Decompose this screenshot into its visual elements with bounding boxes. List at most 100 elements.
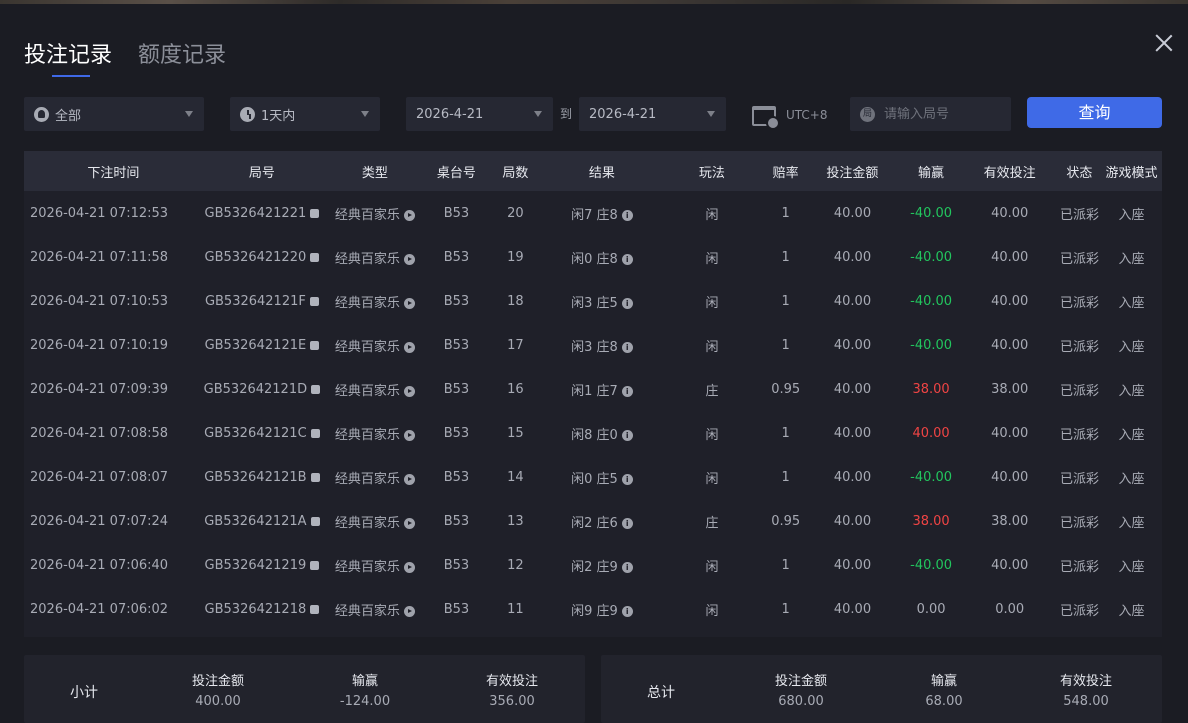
play-video-icon[interactable] — [403, 605, 415, 617]
round-id-text: GB5326421220 — [204, 249, 307, 265]
bet-time-cell: 2026-04-21 07:06:40 — [24, 558, 203, 573]
close-icon[interactable] — [1153, 32, 1175, 54]
table-id-cell: B53 — [429, 250, 484, 265]
info-icon[interactable]: i — [621, 385, 633, 397]
bet-time-text: 2026-04-21 07:06:40 — [30, 557, 169, 573]
date-from-select[interactable]: 2026-4-21 — [406, 97, 553, 131]
bet-type-cell: 庄 — [657, 512, 767, 531]
game-select[interactable]: 全部 — [24, 97, 204, 131]
play-video-icon[interactable] — [403, 209, 415, 221]
info-icon[interactable]: i — [621, 341, 633, 353]
valid-bet-cell: 38.00 — [962, 382, 1058, 397]
info-icon[interactable]: i — [621, 429, 633, 441]
copy-icon[interactable] — [311, 384, 321, 394]
bet-time-cell: 2026-04-21 07:10:53 — [24, 294, 203, 309]
valid-bet-text: 38.00 — [991, 381, 1029, 397]
copy-icon[interactable] — [310, 208, 320, 218]
round-count-text: 17 — [507, 337, 524, 353]
subtotal-wl-value: -124.00 — [339, 694, 391, 709]
info-icon[interactable]: i — [621, 517, 633, 529]
column-header: 投注金额 — [826, 165, 879, 181]
play-video-icon[interactable] — [403, 517, 415, 529]
date-to-select[interactable]: 2026-4-21 — [579, 97, 726, 131]
period-select-value: 1天内 — [261, 108, 296, 124]
play-video-icon[interactable] — [403, 297, 415, 309]
copy-icon[interactable] — [310, 340, 320, 350]
round-count-text: 14 — [507, 469, 524, 485]
odds-cell: 1 — [767, 250, 804, 265]
result-cell: 闲2 庄6 i — [547, 512, 657, 531]
game-type-text: 经典百家乐 — [334, 427, 400, 443]
status-text: 已派彩 — [1059, 603, 1099, 619]
bet-amount-text: 40.00 — [833, 557, 872, 573]
copy-icon[interactable] — [310, 428, 320, 438]
play-video-icon[interactable] — [403, 385, 415, 397]
status-text: 已派彩 — [1059, 339, 1099, 355]
win-loss-cell: -40.00 — [901, 206, 962, 221]
info-icon[interactable]: i — [621, 209, 633, 221]
win-loss-text: 38.00 — [912, 513, 950, 529]
odds-cell: 0.95 — [767, 382, 804, 397]
info-icon[interactable]: i — [621, 297, 633, 309]
status-cell: 已派彩 — [1058, 424, 1101, 443]
bet-type-text: 闲 — [705, 295, 719, 311]
round-count-text: 11 — [507, 601, 524, 617]
subtotal-valid-label: 有效投注 — [485, 674, 538, 689]
table-id-cell: B53 — [429, 206, 484, 221]
date-from-value: 2026-4-21 — [416, 106, 484, 122]
clock-icon — [240, 106, 255, 122]
query-button[interactable]: 查询 — [1027, 97, 1162, 128]
copy-icon[interactable] — [309, 296, 319, 306]
game-type-cell: 经典百家乐 — [321, 336, 429, 355]
period-select[interactable]: 1天内 — [230, 97, 380, 131]
win-loss-cell: 0.00 — [901, 602, 962, 617]
column-header: 局数 — [502, 165, 529, 181]
game-mode-cell: 入座 — [1101, 204, 1162, 223]
result-text: 闲1 庄7 — [571, 383, 618, 399]
bet-time-text: 2026-04-21 07:12:53 — [30, 205, 169, 221]
copy-icon[interactable] — [310, 560, 320, 570]
tab-bet-records[interactable]: 投注记录 — [24, 42, 112, 77]
play-video-icon[interactable] — [403, 561, 415, 573]
info-icon[interactable]: i — [621, 473, 633, 485]
copy-icon[interactable] — [310, 604, 320, 614]
win-loss-cell: -40.00 — [901, 338, 962, 353]
valid-bet-cell: 40.00 — [962, 558, 1058, 573]
tab-credit-records[interactable]: 额度记录 — [138, 42, 226, 70]
odds-cell: 0.95 — [767, 514, 804, 529]
info-icon[interactable]: i — [621, 605, 633, 617]
game-mode-cell: 入座 — [1101, 512, 1162, 531]
play-video-icon[interactable] — [403, 253, 415, 265]
copy-icon[interactable] — [310, 516, 320, 526]
round-search-input[interactable] — [884, 106, 1004, 122]
info-icon[interactable]: i — [621, 561, 633, 573]
table-row: 2026-04-21 07:11:58 GB5326421220 经典百家乐 B53 1… — [24, 235, 1162, 279]
status-cell: 已派彩 — [1058, 600, 1101, 619]
table-id-cell: B53 — [429, 558, 484, 573]
play-video-icon[interactable] — [403, 429, 415, 441]
valid-bet-text: 40.00 — [991, 249, 1029, 265]
bet-time-cell: 2026-04-21 07:11:58 — [24, 250, 203, 265]
play-video-icon[interactable] — [403, 473, 415, 485]
copy-icon[interactable] — [310, 472, 320, 482]
play-video-icon[interactable] — [403, 341, 415, 353]
chevron-down-icon — [361, 111, 369, 117]
valid-bet-cell: 40.00 — [962, 470, 1058, 485]
round-count-cell: 11 — [484, 602, 547, 617]
valid-bet-cell: 40.00 — [962, 338, 1058, 353]
bet-amount-cell: 40.00 — [804, 250, 900, 265]
column-header: 输赢 — [918, 165, 945, 181]
game-mode-cell: 入座 — [1101, 336, 1162, 355]
round-count-cell: 20 — [484, 206, 547, 221]
round-id-text: GB532642121D — [203, 381, 308, 397]
valid-bet-text: 38.00 — [991, 513, 1029, 529]
round-id-cell: GB532642121D — [203, 382, 321, 397]
round-id-cell: GB5326421218 — [203, 602, 321, 617]
calendar-icon[interactable] — [752, 106, 780, 130]
copy-icon[interactable] — [310, 252, 320, 262]
bet-type-text: 闲 — [705, 207, 719, 223]
valid-bet-cell: 40.00 — [962, 294, 1058, 309]
info-icon[interactable]: i — [621, 253, 633, 265]
odds-text: 1 — [781, 249, 790, 265]
game-mode-cell: 入座 — [1101, 556, 1162, 575]
